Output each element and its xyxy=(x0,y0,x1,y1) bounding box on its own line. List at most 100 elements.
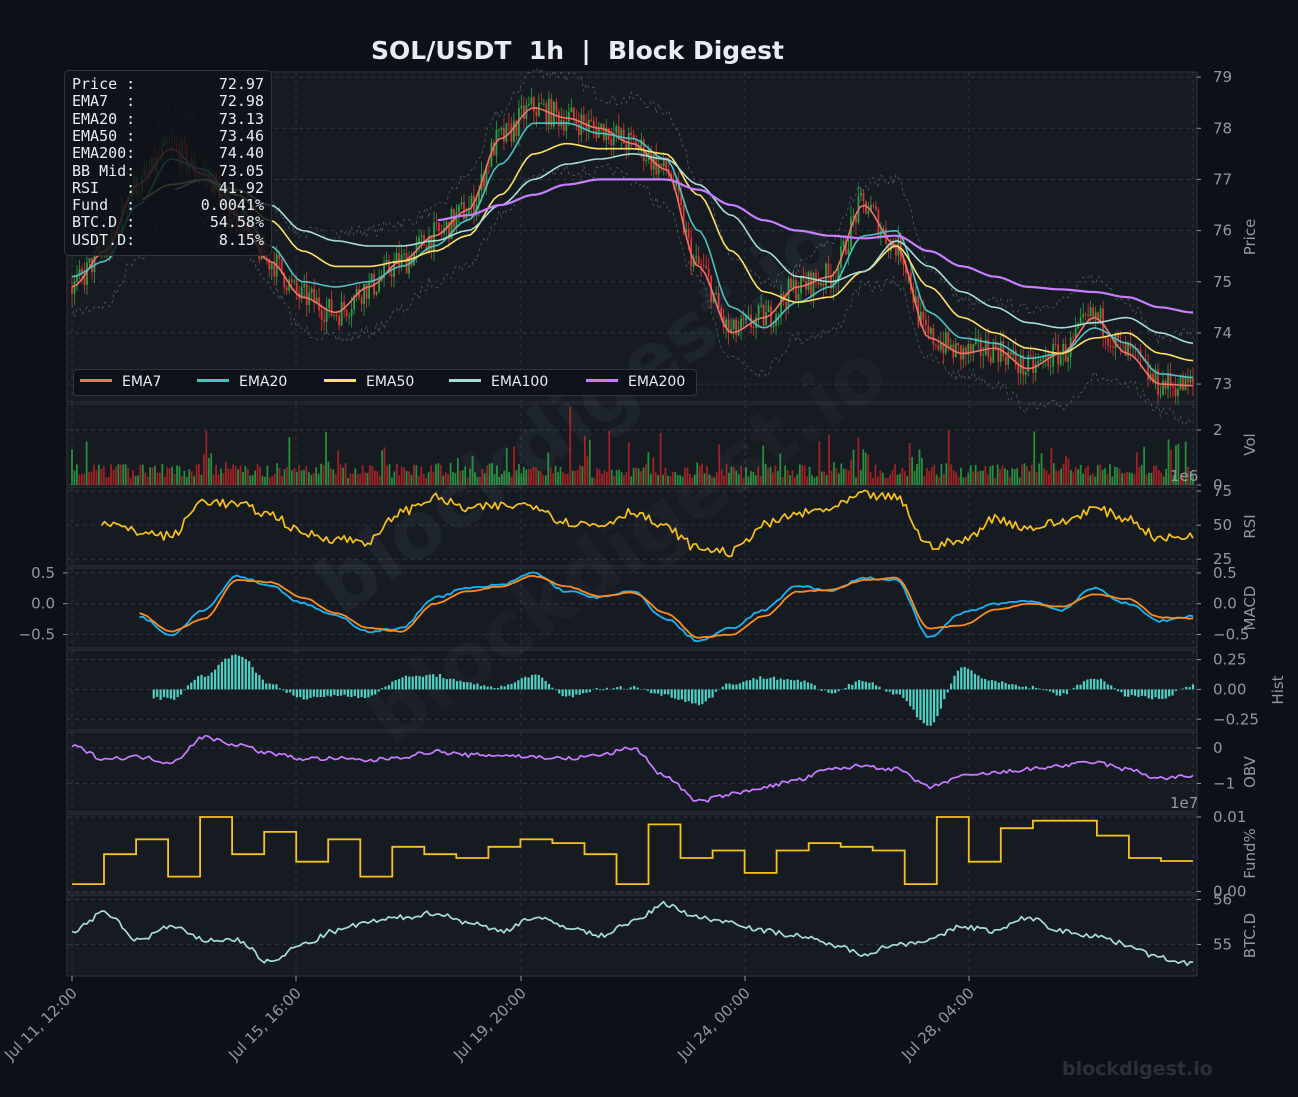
hist-bar xyxy=(258,675,260,689)
volume-bar xyxy=(1046,470,1048,485)
candle-body xyxy=(875,206,877,209)
volume-bar xyxy=(1026,466,1028,485)
hist-bar xyxy=(987,681,989,690)
volume-bar xyxy=(1065,456,1067,485)
candle-body xyxy=(715,293,717,294)
hist-bar xyxy=(1117,689,1119,691)
hist-bar xyxy=(534,674,536,689)
volume-bar xyxy=(931,467,933,485)
volume-bar xyxy=(501,474,503,485)
hist-bar xyxy=(1165,689,1167,698)
hist-bar xyxy=(343,689,345,694)
volume-bar xyxy=(491,463,493,485)
volume-bar xyxy=(489,464,491,485)
volume-bar xyxy=(223,473,225,485)
volume-bar xyxy=(96,470,98,485)
info-key: Fund : xyxy=(72,197,135,214)
hist-bar xyxy=(538,675,540,689)
volume-bar xyxy=(1072,472,1074,485)
candle-body xyxy=(848,249,850,254)
hist-bar xyxy=(248,661,250,689)
hist-bar xyxy=(1056,689,1058,695)
volume-bar xyxy=(430,465,432,485)
hist-bar xyxy=(902,689,904,698)
hist-bar xyxy=(159,689,161,699)
legend-label: EMA200 xyxy=(628,374,685,390)
volume-bar xyxy=(1048,474,1050,485)
volume-bar xyxy=(582,466,584,485)
volume-bar xyxy=(850,460,852,485)
hist-bar xyxy=(895,689,897,694)
candle-body xyxy=(1092,307,1094,317)
candle-body xyxy=(705,266,707,269)
candle-body xyxy=(1180,375,1182,389)
volume-bar xyxy=(428,472,430,485)
candle-body xyxy=(286,287,288,290)
volume-bar xyxy=(645,464,647,485)
hist-bar xyxy=(555,689,557,690)
candle-body xyxy=(768,306,770,312)
volume-bar xyxy=(433,472,435,485)
volume-bar xyxy=(987,475,989,485)
volume-bar xyxy=(1109,464,1111,485)
volume-bar xyxy=(713,478,715,485)
volume-bar xyxy=(528,469,530,485)
hist-bar xyxy=(793,680,795,689)
hist-bar xyxy=(1192,684,1194,689)
candle-body xyxy=(765,312,767,326)
candle-body xyxy=(540,103,542,105)
candle-body xyxy=(74,281,76,294)
volume-bar xyxy=(992,465,994,485)
volume-bar xyxy=(748,476,750,485)
volume-bar xyxy=(811,475,813,485)
volume-bar xyxy=(889,474,891,485)
candle-body xyxy=(590,120,592,121)
volume-bar xyxy=(479,477,481,485)
volume-bar xyxy=(413,465,415,485)
hist-bar xyxy=(906,689,908,701)
volume-bar xyxy=(496,465,498,485)
volume-bar xyxy=(650,474,652,485)
volume-bar xyxy=(418,476,420,485)
volume-bar xyxy=(328,462,330,485)
hist-bar xyxy=(967,669,969,690)
candle-body xyxy=(813,273,815,297)
candle-body xyxy=(520,106,522,109)
volume-bar xyxy=(425,478,427,485)
hist-bar xyxy=(497,688,499,689)
candle-body xyxy=(1035,364,1037,373)
candle-body xyxy=(323,320,325,322)
volume-bar xyxy=(347,478,349,485)
hist-bar xyxy=(800,682,802,690)
volume-bar xyxy=(994,478,996,485)
candle-body xyxy=(820,283,822,285)
hist-bar xyxy=(1127,689,1129,696)
volume-bar xyxy=(374,471,376,485)
volume-bar xyxy=(91,471,93,485)
hist-bar xyxy=(913,689,915,709)
hist-bar xyxy=(582,689,584,693)
hist-bar xyxy=(217,665,219,690)
hist-bar xyxy=(1131,689,1133,695)
volume-bar xyxy=(1002,465,1004,485)
hist-bar xyxy=(572,689,574,697)
hist-bar xyxy=(752,678,754,689)
volume-bar xyxy=(589,440,591,485)
volume-bar xyxy=(1060,469,1062,485)
volume-bar xyxy=(787,470,789,485)
candle-body xyxy=(810,273,812,297)
info-value: 0.0041% xyxy=(201,197,264,214)
volume-bar xyxy=(1160,473,1162,485)
hist-bar xyxy=(1107,684,1109,689)
hist-bar xyxy=(991,680,993,689)
volume-bar xyxy=(875,465,877,485)
hist-bar xyxy=(418,676,420,689)
hist-bar xyxy=(933,689,935,722)
volume-bar xyxy=(183,471,185,485)
hist-bar xyxy=(1168,689,1170,696)
volume-bar xyxy=(279,468,281,485)
hist-bar xyxy=(527,677,529,689)
hist-bar xyxy=(1154,689,1156,697)
volume-bar xyxy=(435,464,437,485)
candle-body xyxy=(545,104,547,125)
